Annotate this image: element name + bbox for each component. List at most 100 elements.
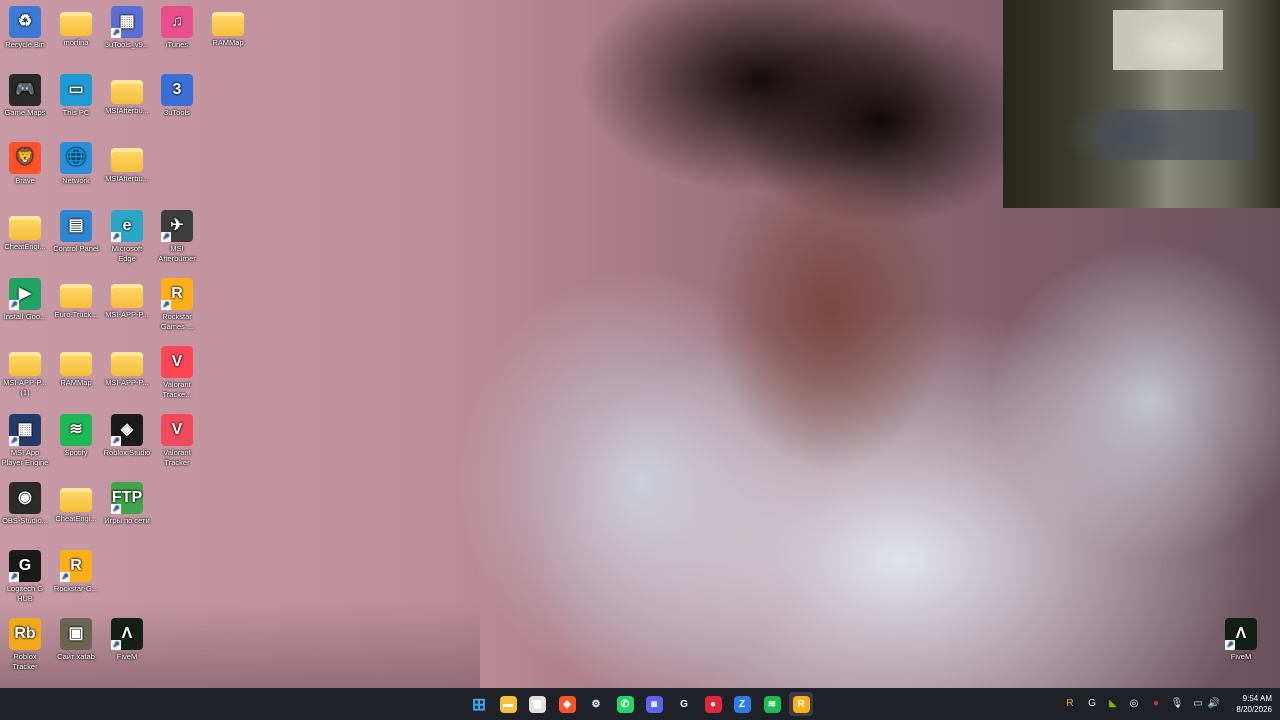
desktop-icon-label: FiveM (116, 652, 138, 661)
gamepad-icon: 🎮 (9, 74, 41, 106)
desktop-icon-msiafterbu-1[interactable]: MSIAfterbu... (102, 74, 152, 116)
taskbar-start-button[interactable]: ⊞ (467, 692, 491, 716)
desktop-icon-3utools-v9[interactable]: ▦ 3uTools_v9... (102, 6, 152, 50)
desktop-icon-rammap-1[interactable]: RAMMap (203, 6, 253, 48)
taskbar-rockstar-button[interactable]: R (789, 692, 813, 716)
desktop-icon-label: MSIAfterbu... (105, 106, 149, 115)
taskbar: ⊞ ▬ ▦ ◆ ⚙ ✆ ◙ G ● Z ≋ R R G ◣ ◎ ● 🎙 ▭ 🔊 9:54 AM 8/20/2026 (0, 688, 1280, 720)
gear-icon: ⚙ (591, 698, 601, 710)
monitor-icon: ▭ (60, 74, 92, 106)
folder-icon (60, 284, 92, 308)
taskbar-whatsapp-button[interactable]: ✆ (613, 692, 637, 716)
desktop-icon-rockstar-games[interactable]: R Rockstar Games ... (152, 278, 202, 332)
desktop-icon-label: Install-Goo... (3, 312, 47, 321)
desktop-icon-game-maps[interactable]: 🎮 Game Maps (0, 74, 50, 118)
desktop-icon-roblox-studio[interactable]: ◈ Roblox Studio (102, 414, 152, 458)
taskbar-discord-button[interactable]: ◙ (642, 692, 666, 716)
desktop-icon-logitech-ghub[interactable]: G Logitech G HUB (0, 550, 50, 604)
desktop-icon-label: MSIAfterbu... (105, 174, 149, 183)
desktop-icon-control-panel[interactable]: ▤ Control Panel (51, 210, 101, 254)
rockstar-icon: R (161, 278, 193, 310)
desktop-icon-fivem-2[interactable]: Λ FiveM (1216, 618, 1266, 662)
desktop-icon-brave[interactable]: 🦁 Brave (0, 142, 50, 186)
taskbar-3utools-button[interactable]: Z (730, 692, 754, 716)
desktop-icon-label: FiveM (1230, 652, 1252, 661)
app-player-icon: ▦ (9, 414, 41, 446)
desktop-icon-obs-studio[interactable]: ◉ OBS-Studio... (0, 482, 50, 526)
taskbar-red-app-button[interactable]: ● (701, 692, 725, 716)
desktop-icon-label: MSI-APP-P... (105, 378, 149, 387)
desktop-icon-msiafterbu-2[interactable]: MSIAfterbu... (102, 142, 152, 184)
desktop-icon-itunes[interactable]: ♫ iTunes (152, 6, 202, 50)
desktop-icon-euro-truck[interactable]: Euro.Truck... (51, 278, 101, 320)
desktop-icon-msi-app-p-3[interactable]: MSI-APP-P... (102, 346, 152, 388)
folder-icon (60, 488, 92, 512)
desktop-icon-msi-app-p-2[interactable]: MSI-APP-P... (1) (0, 346, 50, 398)
taskbar-explorer-button[interactable]: ▬ (496, 692, 520, 716)
desktop-icon-label: OBS-Studio... (2, 516, 48, 525)
network-globe-icon: 🌐 (60, 142, 92, 174)
volume-icon[interactable]: 🔊 (1207, 697, 1221, 711)
desktop-icon-valorant-tracke[interactable]: V Valorant Tracke... (152, 346, 202, 400)
desktop-icon-label: iTunes (165, 40, 189, 49)
obs-icon: ◉ (9, 482, 41, 514)
desktop-icon-label: RAMMap (212, 38, 244, 47)
nvidia-icon[interactable]: ◣ (1106, 697, 1120, 711)
folder-icon (60, 12, 92, 36)
desktop-icon-recycle-bin[interactable]: ♻ Recycle Bin (0, 6, 50, 50)
file-explorer-icon: ▬ (499, 695, 517, 713)
logitech-g-icon: G (680, 698, 688, 710)
desktop-icon-msi-afterburner[interactable]: ✈ MSI Afterburner (152, 210, 202, 264)
fivem-icon: Λ (1225, 618, 1257, 650)
desktop-icon-label: Control Panel (53, 244, 99, 253)
folder-icon (111, 352, 143, 376)
valorant-icon: V (161, 346, 193, 378)
taskbar-logitech-button[interactable]: G (672, 692, 696, 716)
microphone-icon[interactable]: 🎙 (1170, 697, 1184, 711)
desktop-icon-label: MSI Afterburner (158, 244, 196, 263)
google-play-icon: ▶ (9, 278, 41, 310)
desktop-icon-ftp-games[interactable]: FTP Игры по сети (102, 482, 152, 526)
ftp-icon: FTP (111, 482, 143, 514)
desktop-icon-valorant-tracker[interactable]: V Valorant Tracker (152, 414, 202, 468)
store-icon: ▦ (528, 695, 546, 713)
desktop-icon-label: MSI App Player Engine (1, 448, 49, 467)
desktop-icon-install-goo[interactable]: ▶ Install-Goo... (0, 278, 50, 322)
desktop-icon-label: Spotify (64, 448, 88, 457)
desktop-icon-spotify[interactable]: ≋ Spotify (51, 414, 101, 458)
desktop-icon-cheatengi-1[interactable]: CheatEngi... (0, 210, 50, 252)
3utools-icon: 3 (161, 74, 193, 106)
desktop-icon-fivem-1[interactable]: Λ FiveM (102, 618, 152, 662)
rockstar-icon: R (60, 550, 92, 582)
desktop-icon-network[interactable]: 🌐 Network (51, 142, 101, 186)
desktop-icon-rockstar-g[interactable]: R Rockstar-G... (51, 550, 101, 594)
desktop-icon-edge[interactable]: e Microsoft Edge (102, 210, 152, 264)
taskbar-clock[interactable]: 9:54 AM 8/20/2026 (1222, 693, 1272, 715)
logitech-tray-icon[interactable]: G (1085, 697, 1099, 711)
clock-date: 8/20/2026 (1236, 705, 1272, 714)
desktop-icon-cheatengi-2[interactable]: CheatEngi... (51, 482, 101, 524)
desktop-icon-msi-app-p-1[interactable]: MSI-APP-P... (102, 278, 152, 320)
folder-icon (111, 148, 143, 172)
logitech-g-icon: G (9, 550, 41, 582)
desktop-icon-site-xatab[interactable]: ▣ Сайт xatab (51, 618, 101, 662)
desktop-icon-label: MSI-APP-P... (105, 310, 149, 319)
rockstar-tray-icon[interactable]: R (1063, 697, 1077, 711)
red-app-icon: ● (704, 695, 722, 713)
taskbar-brave-button[interactable]: ◆ (555, 692, 579, 716)
desktop-icon-3utools[interactable]: 3 3uTools (152, 74, 202, 118)
steam-icon[interactable]: ◎ (1127, 697, 1141, 711)
taskbar-spotify-button[interactable]: ≋ (760, 692, 784, 716)
taskbar-settings-button[interactable]: ⚙ (584, 692, 608, 716)
desktop-icon-morfina[interactable]: morfina (51, 6, 101, 48)
folder-icon (111, 80, 143, 104)
roblox-tracker-icon: Rb (9, 618, 41, 650)
roblox-studio-icon: ◈ (111, 414, 143, 446)
desktop-icon-rammap-2[interactable]: RAMMap (51, 346, 101, 388)
desktop-icon-roblox-tracker[interactable]: Rb Roblox Tracker (0, 618, 50, 672)
desktop-icon-msi-app-player[interactable]: ▦ MSI App Player Engine (0, 414, 50, 468)
taskbar-store-button[interactable]: ▦ (525, 692, 549, 716)
red-app-tray-icon[interactable]: ● (1149, 697, 1163, 711)
display-icon[interactable]: ▭ (1191, 697, 1205, 711)
desktop-icon-this-pc[interactable]: ▭ This PC (51, 74, 101, 118)
